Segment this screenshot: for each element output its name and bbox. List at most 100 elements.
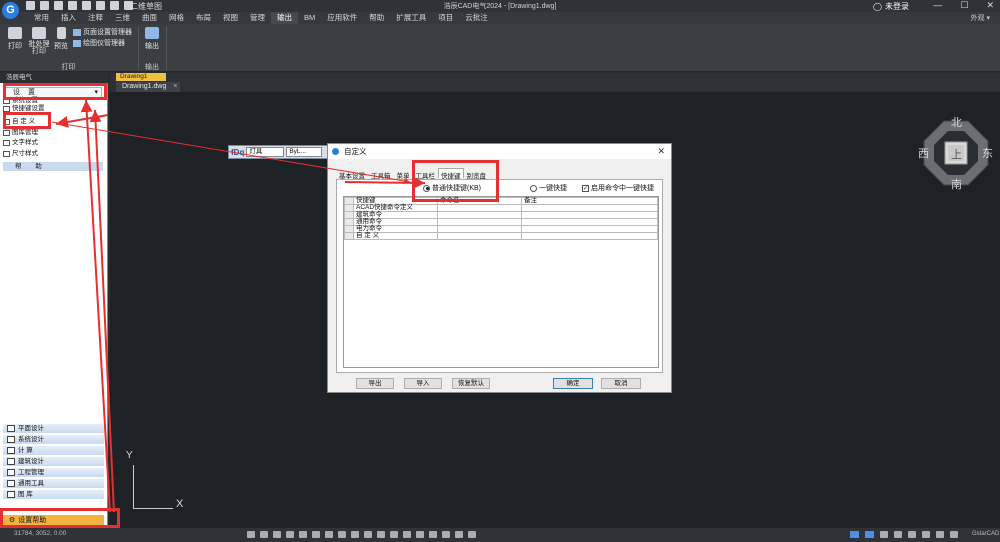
- menu-tab[interactable]: 视图: [217, 12, 244, 24]
- isolate-icon[interactable]: [922, 531, 930, 538]
- row-header[interactable]: [344, 232, 354, 240]
- dialog-tab[interactable]: 别览盘: [464, 168, 490, 180]
- drawing-tab[interactable]: Drawing1.dwg ×: [116, 82, 181, 92]
- osnap-toggle-icon[interactable]: [299, 531, 307, 538]
- table-cell[interactable]: [521, 211, 658, 219]
- category-item[interactable]: 建筑设计: [3, 457, 104, 467]
- menu-tab[interactable]: 项目: [432, 12, 459, 24]
- grid-toggle-icon[interactable]: [850, 531, 859, 538]
- row-header[interactable]: [344, 218, 354, 226]
- category-item[interactable]: 工程管理: [3, 468, 104, 478]
- dialog-tab[interactable]: 菜单: [394, 168, 413, 180]
- lwt-toggle-icon[interactable]: [351, 531, 359, 538]
- setting-help-button[interactable]: ⚙ 设置帮助: [3, 515, 104, 526]
- column-header[interactable]: 命令名: [437, 197, 522, 205]
- menu-tab[interactable]: 布局: [190, 12, 217, 24]
- menu-tab[interactable]: 曲面: [136, 12, 163, 24]
- preview-button[interactable]: 预览: [53, 27, 69, 51]
- one-key-radio[interactable]: 一键快捷: [530, 183, 567, 193]
- menu-tab[interactable]: 常用: [28, 12, 55, 24]
- left-panel-item[interactable]: 自 定 义: [3, 118, 103, 126]
- polar-toggle-icon[interactable]: [286, 531, 294, 538]
- viewcube[interactable]: 北 南 东 西 上: [918, 114, 993, 192]
- viewcube-top[interactable]: 上: [951, 146, 962, 162]
- ducs-toggle-icon[interactable]: [325, 531, 333, 538]
- import-button[interactable]: 导入: [404, 378, 442, 389]
- viewcube-south[interactable]: 南: [951, 176, 962, 192]
- category-item[interactable]: 平面设计: [3, 424, 104, 434]
- table-cell[interactable]: [437, 232, 522, 240]
- annotation-icon[interactable]: [880, 531, 888, 538]
- lock-toggle-icon[interactable]: [455, 531, 463, 538]
- table-cell[interactable]: [437, 218, 522, 226]
- linetype-select[interactable]: ByL...: [286, 147, 323, 157]
- dialog-tab[interactable]: 工具栏: [413, 168, 439, 180]
- left-panel-item[interactable]: 文字样式: [3, 139, 103, 147]
- ok-button[interactable]: 确定: [553, 378, 593, 389]
- otrack-toggle-icon[interactable]: [312, 531, 320, 538]
- dialog-tab[interactable]: 工具箱: [368, 168, 394, 180]
- dyn-toggle-icon[interactable]: [338, 531, 346, 538]
- viewcube-north[interactable]: 北: [951, 114, 962, 130]
- table-row[interactable]: 电力命令: [344, 225, 658, 233]
- menu-tab[interactable]: 应用软件: [321, 12, 363, 24]
- viewcube-west[interactable]: 西: [918, 145, 929, 161]
- left-panel-item[interactable]: 快捷键设置: [3, 105, 103, 113]
- sc-toggle-icon[interactable]: [390, 531, 398, 538]
- dialog-tab[interactable]: 基本设置: [336, 168, 368, 180]
- layer-select[interactable]: 灯具: [246, 147, 285, 157]
- table-cell[interactable]: [521, 225, 658, 233]
- menu-tab[interactable]: 云批注: [459, 12, 494, 24]
- tab-close-icon[interactable]: ×: [173, 82, 177, 92]
- category-item[interactable]: 系统设计: [3, 435, 104, 445]
- menu-tab[interactable]: 网格: [163, 12, 190, 24]
- close-button[interactable]: ✕: [986, 0, 994, 11]
- enable-one-key-checkbox[interactable]: ✓ 启用命令中一键快捷: [582, 183, 654, 193]
- appearance-menu[interactable]: 外观 ▾: [971, 13, 990, 23]
- drawing-tab-mini[interactable]: Drawing1: [116, 73, 166, 81]
- login-button[interactable]: ◯ 未登录: [873, 1, 909, 12]
- help-section[interactable]: 帮 助: [3, 162, 103, 171]
- menu-tab[interactable]: 管理: [244, 12, 271, 24]
- menu-tab[interactable]: 输出: [271, 12, 298, 24]
- viewcube-east[interactable]: 东: [982, 145, 993, 161]
- menu-tab[interactable]: 注释: [82, 12, 109, 24]
- table-row[interactable]: 通用命令: [344, 218, 658, 226]
- app-logo-icon[interactable]: G: [2, 2, 19, 19]
- snap-toggle-icon[interactable]: [247, 531, 255, 538]
- am-toggle-icon[interactable]: [403, 531, 411, 538]
- scale-toggle-icon[interactable]: [429, 531, 437, 538]
- row-header[interactable]: [344, 225, 354, 233]
- output-button[interactable]: 输出: [142, 27, 162, 51]
- normal-shortcut-radio[interactable]: 普通快捷键(KB): [423, 183, 481, 193]
- menu-tab[interactable]: 帮助: [363, 12, 390, 24]
- table-cell[interactable]: [521, 232, 658, 240]
- hardware-accel-icon[interactable]: [936, 531, 944, 538]
- export-button[interactable]: 导出: [356, 378, 394, 389]
- iso-toggle-icon[interactable]: [468, 531, 476, 538]
- category-item[interactable]: 通用工具: [3, 479, 104, 489]
- reset-default-button[interactable]: 恢复默认: [452, 378, 490, 389]
- table-cell[interactable]: [521, 204, 658, 212]
- row-header[interactable]: [344, 211, 354, 219]
- tpy-toggle-icon[interactable]: [364, 531, 372, 538]
- category-item[interactable]: 图 库: [3, 490, 104, 500]
- minimize-button[interactable]: —: [933, 0, 942, 11]
- column-header[interactable]: 备注: [521, 197, 658, 205]
- lock-icon[interactable]: [908, 531, 916, 538]
- category-item[interactable]: 计 算: [3, 446, 104, 456]
- print-button[interactable]: 打印: [4, 27, 26, 51]
- anno-toggle-icon[interactable]: [416, 531, 424, 538]
- page-setup-button[interactable]: 页面设置管理器: [73, 27, 132, 37]
- cancel-button[interactable]: 取消: [601, 378, 641, 389]
- plotter-manager-button[interactable]: 绘图仪管理器: [73, 38, 125, 48]
- grid-toggle-icon[interactable]: [260, 531, 268, 538]
- table-row[interactable]: ACAD快捷命令定义: [344, 204, 658, 212]
- clean-screen-icon[interactable]: [950, 531, 958, 538]
- table-cell[interactable]: [521, 218, 658, 226]
- layout-icon[interactable]: [865, 531, 874, 538]
- table-cell[interactable]: 自 定 义: [353, 232, 438, 240]
- ws-toggle-icon[interactable]: [442, 531, 450, 538]
- table-row[interactable]: 建筑命令: [344, 211, 658, 219]
- ortho-toggle-icon[interactable]: [273, 531, 281, 538]
